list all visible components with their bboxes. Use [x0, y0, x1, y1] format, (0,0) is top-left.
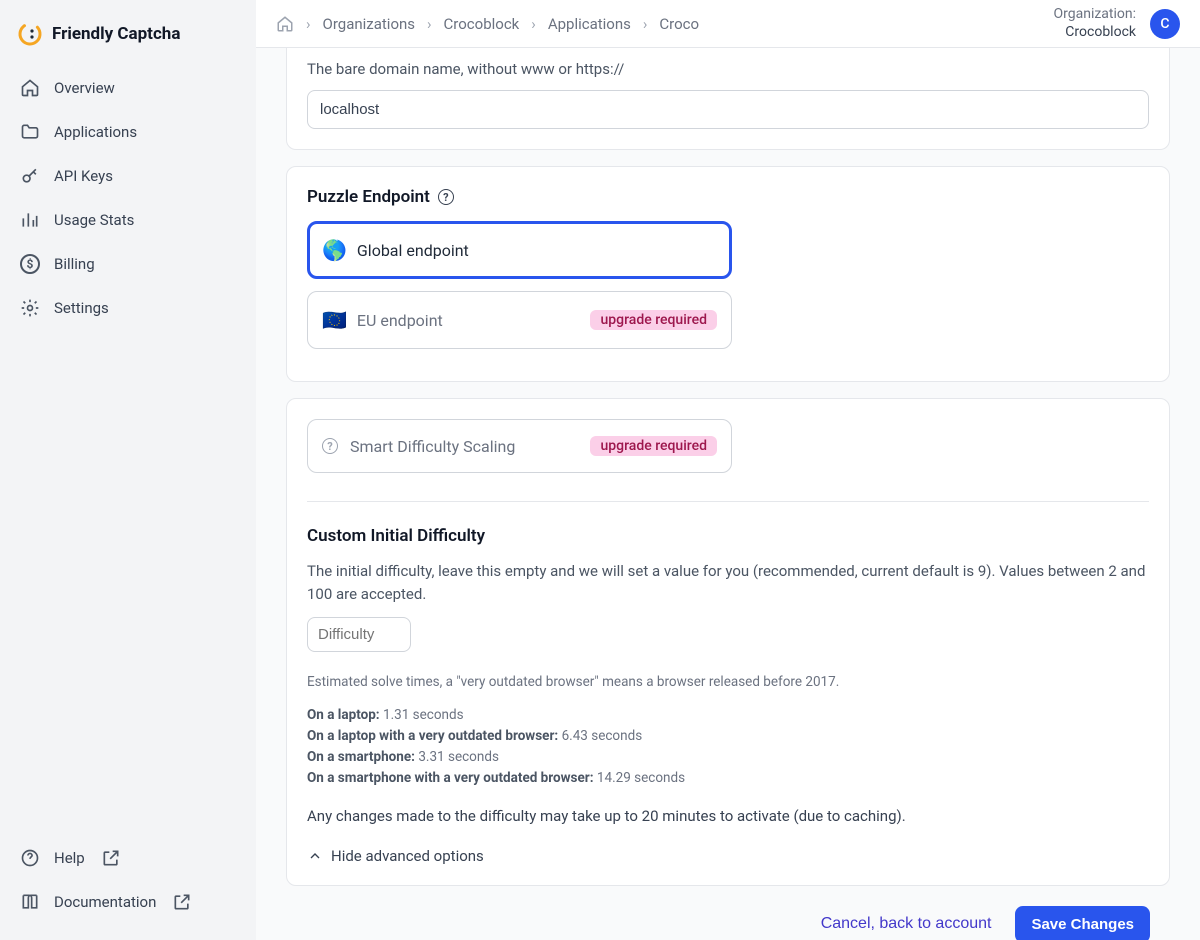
estimate-value: 6.43 seconds [562, 728, 643, 744]
sidebar-item-applications[interactable]: Applications [8, 112, 248, 152]
brand-logo-icon [18, 22, 42, 46]
avatar[interactable]: C [1150, 9, 1180, 39]
smart-difficulty-label: Smart Difficulty Scaling [350, 437, 515, 456]
chevron-right-icon: › [643, 15, 648, 33]
hide-advanced-label: Hide advanced options [331, 847, 484, 865]
form-footer: Cancel, back to account Save Changes [276, 886, 1180, 940]
hide-advanced-toggle[interactable]: Hide advanced options [307, 847, 1149, 865]
upgrade-badge: upgrade required [590, 436, 717, 456]
sidebar-nav: Overview Applications API Keys Usage Sta… [0, 64, 256, 332]
sidebar-item-billing[interactable]: $ Billing [8, 244, 248, 284]
estimate-intro: Estimated solve times, a "very outdated … [307, 672, 1149, 693]
help-icon: ? [322, 438, 338, 454]
breadcrumb: › Organizations › Crocoblock › Applicati… [276, 15, 699, 33]
difficulty-note: Any changes made to the difficulty may t… [307, 807, 1149, 825]
sidebar-item-help[interactable]: Help [8, 838, 248, 878]
chevron-up-icon [307, 848, 323, 864]
chevron-right-icon: › [306, 15, 311, 33]
estimate-label: On a smartphone with a very outdated bro… [307, 770, 594, 786]
eu-flag-icon: 🇪🇺 [322, 308, 347, 332]
sidebar-item-label: Overview [54, 79, 115, 97]
book-icon [20, 892, 40, 912]
domain-help-text: The bare domain name, without www or htt… [307, 60, 1149, 78]
help-icon [20, 848, 40, 868]
brand-row: Friendly Captcha [0, 14, 256, 64]
estimate-label: On a smartphone: [307, 749, 415, 765]
endpoint-option-global[interactable]: 🌎 Global endpoint [307, 221, 732, 279]
sidebar-bottom-nav: Help Documentation [0, 834, 256, 926]
puzzle-endpoint-title: Puzzle Endpoint ? [307, 187, 1149, 207]
estimate-value: 14.29 seconds [597, 770, 685, 786]
help-icon[interactable]: ? [438, 189, 454, 205]
puzzle-endpoint-card: Puzzle Endpoint ? 🌎 Global endpoint 🇪🇺 E… [286, 166, 1170, 382]
sidebar-item-usage[interactable]: Usage Stats [8, 200, 248, 240]
sidebar-item-docs[interactable]: Documentation [8, 882, 248, 922]
sidebar-item-apikeys[interactable]: API Keys [8, 156, 248, 196]
custom-difficulty-title: Custom Initial Difficulty [307, 526, 1149, 546]
estimate-value: 3.31 seconds [418, 749, 499, 765]
estimate-value: 1.31 seconds [383, 707, 464, 723]
folder-icon [20, 122, 40, 142]
crumb-organizations[interactable]: Organizations [323, 15, 416, 33]
home-icon[interactable] [276, 15, 294, 33]
sidebar-item-label: Applications [54, 123, 137, 141]
custom-difficulty-desc: The initial difficulty, leave this empty… [307, 560, 1149, 605]
crumb-app[interactable]: Croco [659, 15, 699, 33]
sidebar: Friendly Captcha Overview Applications A… [0, 0, 256, 940]
sidebar-item-overview[interactable]: Overview [8, 68, 248, 108]
crumb-org[interactable]: Crocoblock [444, 15, 520, 33]
brand-name: Friendly Captcha [52, 24, 180, 44]
endpoint-option-eu[interactable]: 🇪🇺 EU endpoint upgrade required [307, 291, 732, 349]
estimate-label: On a laptop with a very outdated browser… [307, 728, 558, 744]
difficulty-card: ? Smart Difficulty Scaling upgrade requi… [286, 398, 1170, 886]
difficulty-input[interactable] [307, 617, 411, 652]
sidebar-item-settings[interactable]: Settings [8, 288, 248, 328]
domain-card: The bare domain name, without www or htt… [286, 48, 1170, 150]
endpoint-label: EU endpoint [357, 311, 443, 330]
chevron-right-icon: › [531, 15, 536, 33]
sidebar-item-label: Help [54, 849, 85, 867]
org-name: Crocoblock [1053, 24, 1136, 42]
gear-icon [20, 298, 40, 318]
upgrade-badge: upgrade required [590, 310, 717, 330]
external-link-icon [101, 848, 121, 868]
sidebar-item-label: Usage Stats [54, 211, 134, 229]
domain-input[interactable] [307, 90, 1149, 129]
topbar: › Organizations › Crocoblock › Applicati… [256, 0, 1200, 48]
sidebar-item-label: API Keys [54, 167, 113, 185]
dollar-icon: $ [20, 254, 40, 274]
estimate-label: On a laptop: [307, 707, 380, 723]
org-label: Organization: [1053, 6, 1136, 24]
sidebar-item-label: Settings [54, 299, 109, 317]
org-indicator[interactable]: Organization: Crocoblock [1053, 6, 1136, 41]
smart-difficulty-option[interactable]: ? Smart Difficulty Scaling upgrade requi… [307, 419, 732, 473]
chart-icon [20, 210, 40, 230]
chevron-right-icon: › [427, 15, 432, 33]
crumb-applications[interactable]: Applications [548, 15, 631, 33]
home-icon [20, 78, 40, 98]
sidebar-item-label: Documentation [54, 893, 156, 911]
save-button[interactable]: Save Changes [1015, 906, 1150, 940]
sidebar-item-label: Billing [54, 255, 95, 273]
endpoint-label: Global endpoint [357, 241, 469, 260]
estimate-block: Estimated solve times, a "very outdated … [307, 672, 1149, 789]
key-icon [20, 166, 40, 186]
globe-icon: 🌎 [322, 238, 347, 262]
cancel-button[interactable]: Cancel, back to account [821, 915, 992, 933]
section-title-text: Puzzle Endpoint [307, 187, 430, 207]
external-link-icon [172, 892, 192, 912]
divider [307, 501, 1149, 502]
